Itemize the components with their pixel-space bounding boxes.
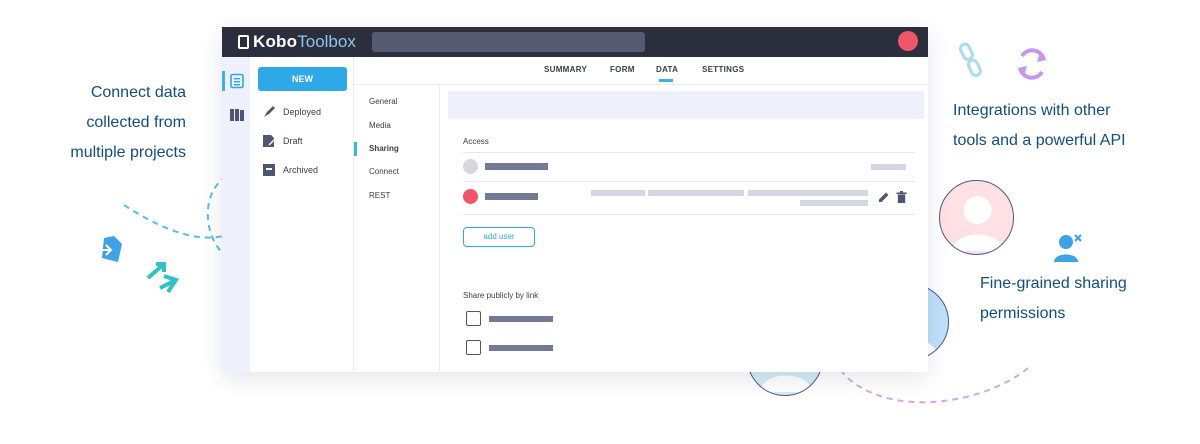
- rocket-icon: [264, 106, 275, 117]
- subnav-sharing[interactable]: Sharing: [369, 144, 399, 153]
- permission-placeholder: [800, 200, 868, 206]
- subnav-rest[interactable]: REST: [369, 191, 390, 200]
- share-checkbox[interactable]: [466, 340, 481, 355]
- project-sidebar: NEW Deployed Draft Archived: [250, 57, 354, 372]
- permission-placeholder: [648, 190, 744, 196]
- app-window: KoboToolbox NEW Deployed Draft Archived …: [222, 27, 928, 372]
- search-input[interactable]: [372, 32, 645, 52]
- top-bar: KoboToolbox: [222, 27, 928, 57]
- kobo-logo-icon: [238, 35, 249, 49]
- callout-connect-data: Connect data collected from multiple pro…: [70, 84, 186, 161]
- kobo-logo[interactable]: KoboToolbox: [238, 32, 356, 52]
- permission-placeholder: [591, 190, 645, 196]
- sidebar-item-deployed[interactable]: Deployed: [262, 105, 321, 119]
- tab-active-indicator: [659, 79, 673, 82]
- permission-placeholder: [871, 164, 906, 170]
- user-avatar: [463, 189, 478, 204]
- file-transfer-icon: [98, 236, 122, 262]
- avatar-pink: [939, 180, 1014, 255]
- sync-icon: [1018, 48, 1046, 80]
- tab-bar: SUMMARY FORM DATA SETTINGS: [354, 57, 928, 85]
- divider: [463, 181, 915, 182]
- permission-placeholder: [748, 190, 868, 196]
- tab-summary[interactable]: SUMMARY: [544, 65, 587, 74]
- user-avatar: [463, 159, 478, 174]
- library-icon[interactable]: [229, 107, 245, 123]
- panel-header-strip: [448, 91, 924, 119]
- option-label-placeholder: [489, 316, 553, 322]
- tab-form[interactable]: FORM: [610, 65, 635, 74]
- add-user-button[interactable]: add user: [463, 227, 535, 247]
- user-name-placeholder: [485, 163, 548, 170]
- share-checkbox[interactable]: [466, 311, 481, 326]
- user-icon: [952, 196, 1003, 251]
- share-publicly-label: Share publicly by link: [463, 291, 539, 300]
- forms-icon[interactable]: [229, 73, 245, 89]
- callout-sharing-permissions: Fine-grained sharing permissions: [980, 275, 1127, 322]
- subnav-connect[interactable]: Connect: [369, 167, 399, 176]
- access-label: Access: [463, 137, 489, 146]
- subnav-media[interactable]: Media: [369, 121, 391, 130]
- trash-icon[interactable]: [896, 191, 907, 203]
- subnav-general[interactable]: General: [369, 97, 397, 106]
- edit-icon[interactable]: [878, 191, 890, 203]
- callout-integrations: Integrations with other tools and a powe…: [953, 102, 1126, 149]
- swap-arrows-icon: [146, 262, 180, 294]
- tab-data[interactable]: DATA: [656, 65, 678, 74]
- divider: [463, 214, 915, 215]
- tab-settings[interactable]: SETTINGS: [702, 65, 744, 74]
- sidebar-item-archived[interactable]: Archived: [262, 163, 318, 177]
- archive-icon: [263, 164, 275, 176]
- link-icon: [958, 42, 982, 77]
- sidebar-item-draft[interactable]: Draft: [262, 134, 303, 148]
- icon-sidebar: [222, 57, 250, 372]
- sharing-panel: Access add user Share publicly by link: [440, 85, 928, 372]
- user-name-placeholder: [485, 193, 538, 200]
- new-button[interactable]: NEW: [258, 67, 347, 91]
- option-label-placeholder: [489, 345, 553, 351]
- active-indicator: [222, 71, 225, 91]
- settings-subnav: General Media Sharing Connect REST: [354, 85, 440, 372]
- subnav-active-indicator: [354, 142, 357, 156]
- divider: [463, 152, 915, 153]
- user-add-icon: [1054, 234, 1082, 262]
- account-avatar[interactable]: [898, 31, 918, 51]
- draft-icon: [263, 135, 276, 147]
